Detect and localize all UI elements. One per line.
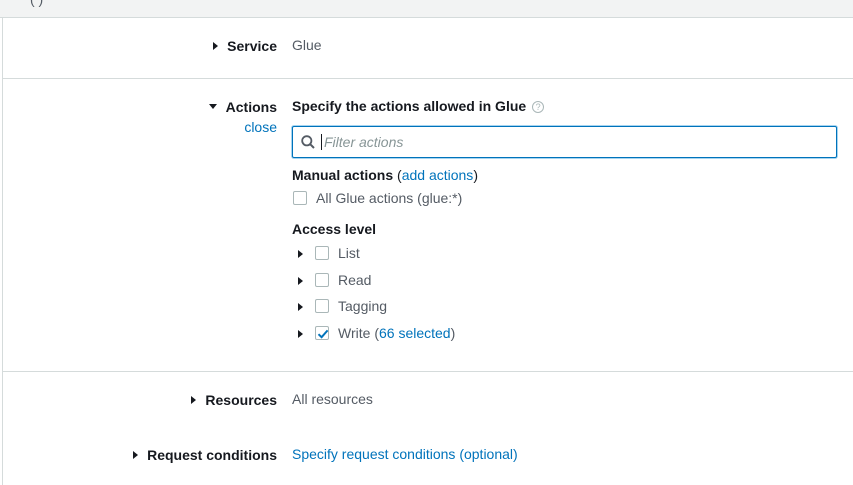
expand-caret-icon <box>133 450 139 459</box>
collapse-caret-icon <box>208 104 217 109</box>
request-conditions-label: Request conditions <box>147 446 277 463</box>
actions-close-link[interactable]: close <box>244 119 277 135</box>
all-glue-actions-label: All Glue actions (glue:*) <box>316 190 463 206</box>
request-conditions-toggle[interactable]: Request conditions <box>80 446 277 463</box>
write-label: Write <box>338 325 371 341</box>
service-value[interactable]: Glue <box>292 37 322 53</box>
manual-actions-title: Manual actions <box>292 167 394 183</box>
actions-heading-text: Specify the actions allowed in Glue <box>292 98 527 114</box>
search-icon <box>301 135 315 149</box>
add-actions-link[interactable]: add actions <box>402 167 474 183</box>
resources-toggle[interactable]: Resources <box>100 391 277 408</box>
expand-write-caret-icon[interactable] <box>298 330 303 338</box>
tagging-checkbox[interactable] <box>315 299 329 313</box>
list-label: List <box>338 245 360 261</box>
actions-toggle[interactable]: Actions <box>150 98 277 115</box>
service-label: Service <box>227 37 277 54</box>
resources-label: Resources <box>205 391 277 408</box>
divider <box>3 78 853 79</box>
request-conditions-link[interactable]: Specify request conditions (optional) <box>292 446 518 462</box>
filter-actions-box[interactable] <box>292 126 837 158</box>
header-partial-text: ( ) <box>30 0 43 7</box>
access-level-heading: Access level <box>292 221 377 237</box>
expand-caret-icon <box>213 41 219 50</box>
manual-actions-heading: Manual actions (add actions) <box>292 167 478 183</box>
list-checkbox[interactable] <box>315 246 329 260</box>
all-glue-actions-checkbox[interactable] <box>293 191 307 205</box>
section-header[interactable]: ( ) <box>0 0 853 18</box>
write-close-paren: ) <box>450 325 456 341</box>
expand-tagging-caret-icon[interactable] <box>298 303 303 311</box>
visual-editor-panel: ( ) Service Glue Actions close Specify t… <box>0 0 853 485</box>
read-checkbox[interactable] <box>315 273 329 287</box>
add-actions-close-paren: ) <box>473 167 478 183</box>
left-border <box>2 18 3 485</box>
read-label: Read <box>338 272 372 288</box>
resources-value[interactable]: All resources <box>292 391 373 407</box>
filter-actions-input[interactable] <box>321 134 811 150</box>
actions-heading: Specify the actions allowed in Glue? <box>292 98 545 114</box>
service-toggle[interactable]: Service <box>150 37 277 54</box>
write-label-group: Write (66 selected) <box>338 325 455 341</box>
expand-read-caret-icon[interactable] <box>298 277 303 285</box>
write-checkbox[interactable] <box>315 326 329 340</box>
checkmark-icon <box>317 329 329 339</box>
expand-list-caret-icon[interactable] <box>298 250 303 258</box>
expand-caret-icon <box>191 395 197 404</box>
tagging-label: Tagging <box>338 298 388 314</box>
actions-label: Actions <box>225 98 277 115</box>
divider <box>3 371 853 372</box>
help-icon[interactable]: ? <box>532 101 545 113</box>
write-selected-link[interactable]: 66 selected <box>379 325 451 341</box>
